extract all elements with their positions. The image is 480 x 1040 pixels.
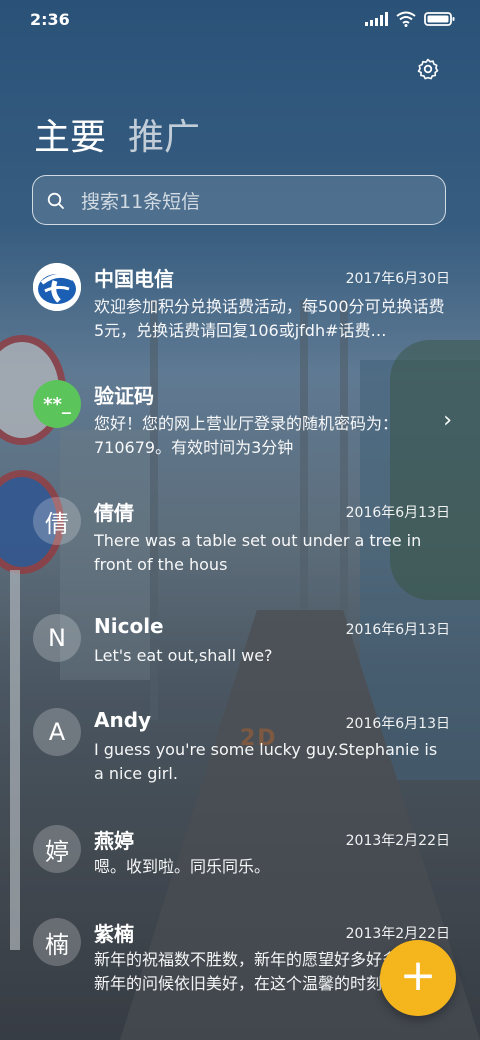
- list-item[interactable]: 中国电信 2017年6月30日 欢迎参加积分兑换话费活动，每500分可兑换话费5…: [0, 255, 480, 372]
- list-item[interactable]: 倩 倩倩 2016年6月13日 There was a table set ou…: [0, 489, 480, 606]
- avatar: A: [33, 708, 81, 756]
- message-date: 2013年2月22日: [345, 926, 450, 942]
- chevron-right-icon[interactable]: ›: [443, 408, 452, 433]
- sender-name: Andy: [94, 708, 152, 732]
- message-date: 2013年2月22日: [345, 833, 450, 849]
- sender-name: 燕婷: [94, 829, 134, 853]
- message-date: 2016年6月13日: [345, 505, 450, 521]
- message-date: 2017年6月30日: [345, 271, 450, 287]
- tab-bar: 主要 推广: [34, 108, 200, 160]
- message-preview: 您好！您的网上营业厅登录的随机密码为：710679。有效时间为3分钟: [94, 414, 399, 457]
- sender-name: 紫楠: [94, 922, 134, 946]
- message-preview: 新年的祝福数不胜数，新年的愿望好多好多，新年的问候依旧美好，在这个温馨的时刻: [94, 950, 415, 993]
- new-message-button[interactable]: +: [380, 940, 456, 1016]
- gear-icon[interactable]: [416, 57, 440, 81]
- message-preview: 嗯。收到啦。同乐同乐。: [94, 857, 271, 876]
- message-preview: 欢迎参加积分兑换话费活动，每500分可兑换话费5元，兑换话费请回复106或jfd…: [94, 297, 445, 340]
- avatar: N: [33, 614, 81, 662]
- tab-primary[interactable]: 主要: [34, 108, 106, 160]
- status-bar: 2:36: [0, 0, 480, 40]
- sender-name: 验证码: [94, 384, 154, 408]
- sender-name: Nicole: [94, 614, 164, 638]
- message-preview: I guess you're some lucky guy.Stephanie …: [94, 740, 438, 783]
- battery-icon: [424, 12, 455, 26]
- message-date: 2016年6月13日: [345, 716, 450, 732]
- verification-code-avatar: **_: [33, 380, 81, 428]
- wifi-icon: [396, 11, 416, 27]
- sender-name: 中国电信: [94, 267, 174, 291]
- message-preview: There was a table set out under a tree i…: [94, 531, 422, 574]
- avatar: 倩: [33, 497, 81, 545]
- search-bar[interactable]: [32, 175, 446, 225]
- plus-icon: +: [399, 950, 437, 1001]
- clock: 2:36: [30, 10, 70, 29]
- avatar: 楠: [33, 918, 81, 966]
- message-list: 中国电信 2017年6月30日 欢迎参加积分兑换话费活动，每500分可兑换话费5…: [0, 255, 480, 1027]
- china-telecom-logo-icon: [33, 263, 81, 311]
- signal-icon: [365, 12, 388, 26]
- list-item[interactable]: 婷 燕婷 2013年2月22日 嗯。收到啦。同乐同乐。: [0, 817, 480, 910]
- search-input[interactable]: [79, 186, 423, 218]
- list-item[interactable]: A Andy 2016年6月13日 I guess you're some lu…: [0, 700, 480, 817]
- search-icon: [47, 192, 64, 209]
- list-item[interactable]: **_ 验证码 您好！您的网上营业厅登录的随机密码为：710679。有效时间为3…: [0, 372, 480, 489]
- sender-name: 倩倩: [94, 501, 134, 525]
- message-date: 2016年6月13日: [345, 622, 450, 638]
- message-preview: Let's eat out,shall we?: [94, 646, 273, 665]
- list-item[interactable]: N Nicole 2016年6月13日 Let's eat out,shall …: [0, 606, 480, 700]
- tab-promotions[interactable]: 推广: [128, 108, 200, 160]
- avatar: 婷: [33, 825, 81, 873]
